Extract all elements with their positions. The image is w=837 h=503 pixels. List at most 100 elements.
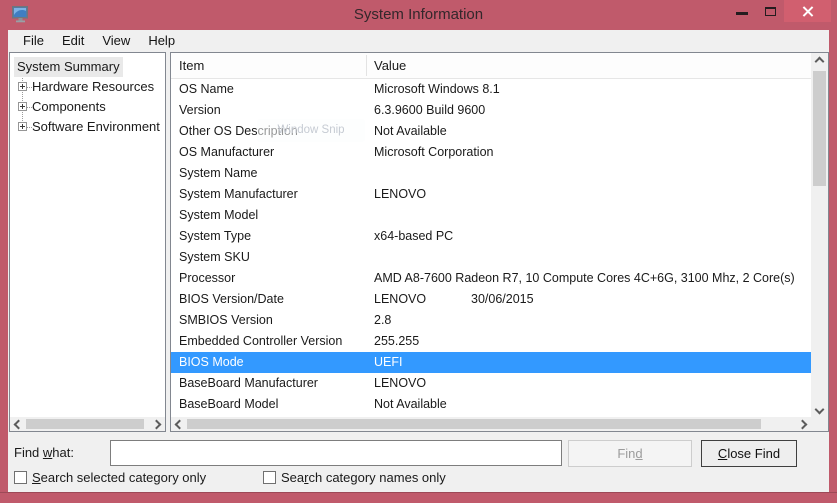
find-what-label: Find what:	[14, 445, 74, 460]
row-item-cell: Embedded Controller Version	[179, 331, 342, 352]
table-row[interactable]: SMBIOS Version 2.8	[171, 310, 811, 331]
row-value-cell	[374, 247, 811, 268]
column-header-value[interactable]: Value	[374, 53, 406, 78]
row-value-cell: 2.8	[374, 310, 811, 331]
row-item-cell: System Manufacturer	[179, 184, 298, 205]
row-value-cell: Not Available	[374, 394, 811, 415]
tree-hscroll-thumb[interactable]	[26, 419, 144, 429]
window-title: System Information	[0, 0, 837, 30]
row-value: Microsoft Corporation	[374, 142, 494, 163]
tree-item-label: Hardware Resources	[32, 77, 154, 97]
table-row[interactable]: System Type x64-based PC	[171, 226, 811, 247]
table-row[interactable]: BaseBoard Model Not Available	[171, 394, 811, 415]
checkbox-icon[interactable]	[14, 471, 27, 484]
row-value: LENOVO	[374, 373, 471, 394]
row-item-cell: BaseBoard Manufacturer	[179, 373, 318, 394]
table-row[interactable]: OS Name Microsoft Windows 8.1	[171, 79, 811, 100]
tree-item-hardware-resources[interactable]: Hardware Resources	[10, 77, 165, 97]
column-separator[interactable]	[366, 55, 367, 76]
category-tree: System SummaryHardware ResourcesComponen…	[10, 53, 165, 417]
tree-item-components[interactable]: Components	[10, 97, 165, 117]
row-item-cell: BaseBoard Model	[179, 394, 278, 415]
list-hscroll-thumb[interactable]	[187, 419, 761, 429]
row-value-cell: LENOVO	[374, 373, 811, 394]
scroll-up-icon[interactable]	[815, 57, 824, 66]
row-value-cell	[374, 205, 811, 226]
scroll-down-icon[interactable]	[815, 405, 824, 414]
row-value-cell	[374, 163, 811, 184]
table-row[interactable]: Embedded Controller Version255.255	[171, 331, 811, 352]
minimize-button[interactable]	[728, 0, 756, 22]
column-header-item[interactable]: Item	[179, 53, 204, 78]
row-value: Microsoft Windows 8.1	[374, 79, 500, 100]
table-row[interactable]: System Manufacturer LENOVO	[171, 184, 811, 205]
client-area: FileEditViewHelp System SummaryHardware …	[8, 30, 829, 492]
table-row[interactable]: BIOS Version/DateLENOVO30/06/2015	[171, 289, 811, 310]
window-frame-bottom	[0, 492, 837, 503]
expand-plus-icon[interactable]	[18, 82, 27, 91]
search-category-names-checkbox[interactable]: Search category names only	[263, 470, 446, 484]
row-value-cell: Not Available	[374, 121, 811, 142]
table-row[interactable]: BIOS ModeUEFI	[171, 352, 811, 373]
row-value: LENOVO	[374, 184, 471, 205]
find-button[interactable]: Find	[568, 440, 692, 467]
close-find-button[interactable]: Close Find	[701, 440, 797, 467]
tree-item-label: Software Environment	[32, 117, 160, 137]
list-vertical-scrollbar[interactable]	[811, 53, 828, 418]
row-value-cell: LENOVO	[374, 184, 811, 205]
maximize-button[interactable]	[756, 0, 784, 22]
scroll-left-icon[interactable]	[175, 420, 184, 429]
row-value-cell: 6.3.9600 Build 9600	[374, 100, 811, 121]
row-value: 6.3.9600 Build 9600	[374, 100, 485, 121]
row-item-cell: OS Name	[179, 79, 234, 100]
menu-item-view[interactable]: View	[93, 30, 139, 52]
row-value-cell: UEFI	[374, 352, 811, 373]
search-selected-category-checkbox[interactable]: Search selected category only	[14, 470, 206, 484]
list-vscroll-thumb[interactable]	[813, 71, 826, 186]
row-item-cell: Version	[179, 100, 221, 121]
table-row[interactable]: Other OS Description Not Available	[171, 121, 811, 142]
tree-item-software-environment[interactable]: Software Environment	[10, 117, 165, 137]
row-item-cell: Other OS Description	[179, 121, 298, 142]
row-value-cell: AMD A8-7600 Radeon R7, 10 Compute Cores …	[374, 268, 811, 289]
scroll-right-icon[interactable]	[798, 420, 807, 429]
list-horizontal-scrollbar[interactable]	[171, 417, 811, 431]
details-list-pane: Item Value OS NameMicrosoft Windows 8.1V…	[170, 52, 829, 432]
menu-item-edit[interactable]: Edit	[53, 30, 93, 52]
system-information-window: System Information FileEditViewHelp Syst…	[0, 0, 837, 503]
row-item-cell: Processor	[179, 268, 235, 289]
table-row[interactable]: System SKU	[171, 247, 811, 268]
table-row[interactable]: OS ManufacturerMicrosoft Corporation	[171, 142, 811, 163]
tree-item-label: Components	[32, 97, 106, 117]
tree-item-system-summary[interactable]: System Summary	[10, 57, 165, 77]
tree-horizontal-scrollbar[interactable]	[10, 417, 165, 431]
close-button[interactable]	[784, 0, 831, 22]
maximize-icon	[765, 7, 776, 16]
table-row[interactable]: Version 6.3.9600 Build 9600	[171, 100, 811, 121]
details-list: OS Name Microsoft Windows 8.1 Version 6.3.9…	[171, 79, 811, 415]
menu-item-help[interactable]: Help	[139, 30, 184, 52]
find-input[interactable]	[110, 440, 562, 466]
menu-item-file[interactable]: File	[14, 30, 53, 52]
checkbox-label: Search selected category only	[32, 470, 206, 485]
expand-plus-icon[interactable]	[18, 122, 27, 131]
title-bar[interactable]: System Information	[0, 0, 837, 30]
scrollbar-corner	[811, 417, 828, 431]
row-value: 2.8	[374, 310, 471, 331]
menu-bar: FileEditViewHelp	[8, 30, 829, 52]
table-row[interactable]: Processor AMD A8-7600 Radeon R7, 10 Compu…	[171, 268, 811, 289]
row-value: x64-based PC	[374, 226, 471, 247]
expand-plus-icon[interactable]	[18, 102, 27, 111]
checkbox-icon[interactable]	[263, 471, 276, 484]
scroll-left-icon[interactable]	[14, 420, 23, 429]
row-item-cell: System Type	[179, 226, 251, 247]
scroll-right-icon[interactable]	[152, 420, 161, 429]
table-row[interactable]: BaseBoard Manufacturer LENOVO	[171, 373, 811, 394]
row-value-secondary: 30/06/2015	[471, 292, 534, 306]
table-row[interactable]: System Model	[171, 205, 811, 226]
row-value-cell: Microsoft Windows 8.1	[374, 79, 811, 100]
row-item-cell: SMBIOS Version	[179, 310, 273, 331]
table-row[interactable]: System Name	[171, 163, 811, 184]
row-item-cell: BIOS Version/Date	[179, 289, 284, 310]
tree-item-label: System Summary	[14, 57, 123, 77]
